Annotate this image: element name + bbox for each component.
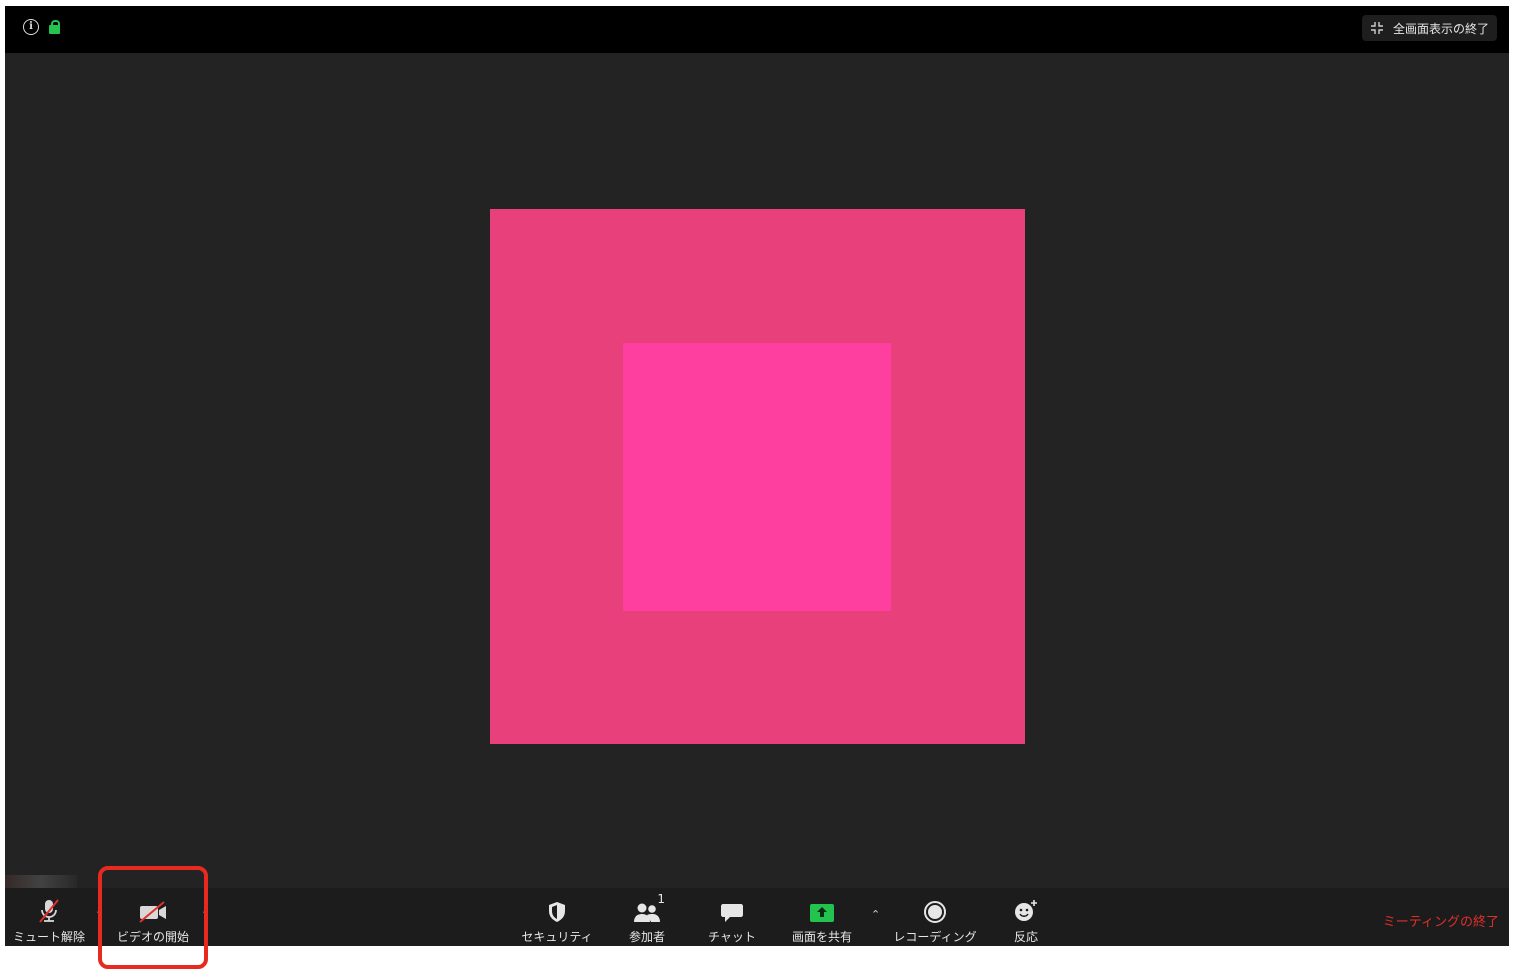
- info-icon[interactable]: i: [23, 19, 39, 35]
- share-screen-arrow-icon: [810, 904, 834, 922]
- zoom-meeting-window: i 全画面表示の終了 ミュート解除 ⌃ ビデオの開始 ⌃ セキュリティ 1 参加…: [5, 6, 1509, 946]
- unmute-button[interactable]: ミュート解除: [7, 888, 91, 946]
- exit-fullscreen-label: 全画面表示の終了: [1392, 21, 1489, 36]
- share-options-caret-icon[interactable]: ⌃: [871, 908, 880, 921]
- recording-button[interactable]: レコーディング: [889, 888, 981, 946]
- unmute-label: ミュート解除: [12, 930, 85, 944]
- chat-button[interactable]: チャット: [701, 888, 763, 946]
- share-screen-label: 画面を共有: [791, 930, 852, 944]
- reactions-button[interactable]: 反応: [1005, 888, 1047, 946]
- video-button-highlight-box: [98, 866, 208, 969]
- chat-bubble-icon: [721, 904, 743, 922]
- security-label: セキュリティ: [521, 930, 593, 944]
- participant-video: [490, 209, 1025, 744]
- reactions-label: 反応: [1013, 930, 1038, 944]
- reaction-emoji-icon: [1015, 900, 1037, 921]
- security-button[interactable]: セキュリティ: [517, 888, 597, 946]
- participants-label: 参加者: [628, 930, 665, 944]
- chat-label: チャット: [708, 930, 756, 944]
- share-screen-button[interactable]: 画面を共有: [785, 888, 859, 946]
- recording-label: レコーディング: [893, 930, 977, 944]
- video-inner-square: [623, 343, 891, 611]
- top-bar: i 全画面表示の終了: [5, 6, 1509, 53]
- shield-icon: [549, 902, 565, 922]
- end-meeting-button[interactable]: ミーティングの終了: [1383, 911, 1499, 930]
- exit-fullscreen-icon: [1370, 22, 1383, 34]
- muted-microphone-icon: [39, 899, 59, 923]
- lock-icon[interactable]: [49, 20, 60, 34]
- top-left-icons: i: [23, 19, 60, 35]
- meeting-toolbar: ミュート解除 ⌃ ビデオの開始 ⌃ セキュリティ 1 参加者 チャット 画面を共…: [5, 888, 1509, 946]
- participants-count: 1: [657, 892, 665, 906]
- exit-fullscreen-button[interactable]: 全画面表示の終了: [1361, 15, 1497, 41]
- record-icon: [924, 901, 946, 923]
- participants-button[interactable]: 1 参加者: [617, 888, 677, 946]
- participant-name-tag: [5, 875, 77, 889]
